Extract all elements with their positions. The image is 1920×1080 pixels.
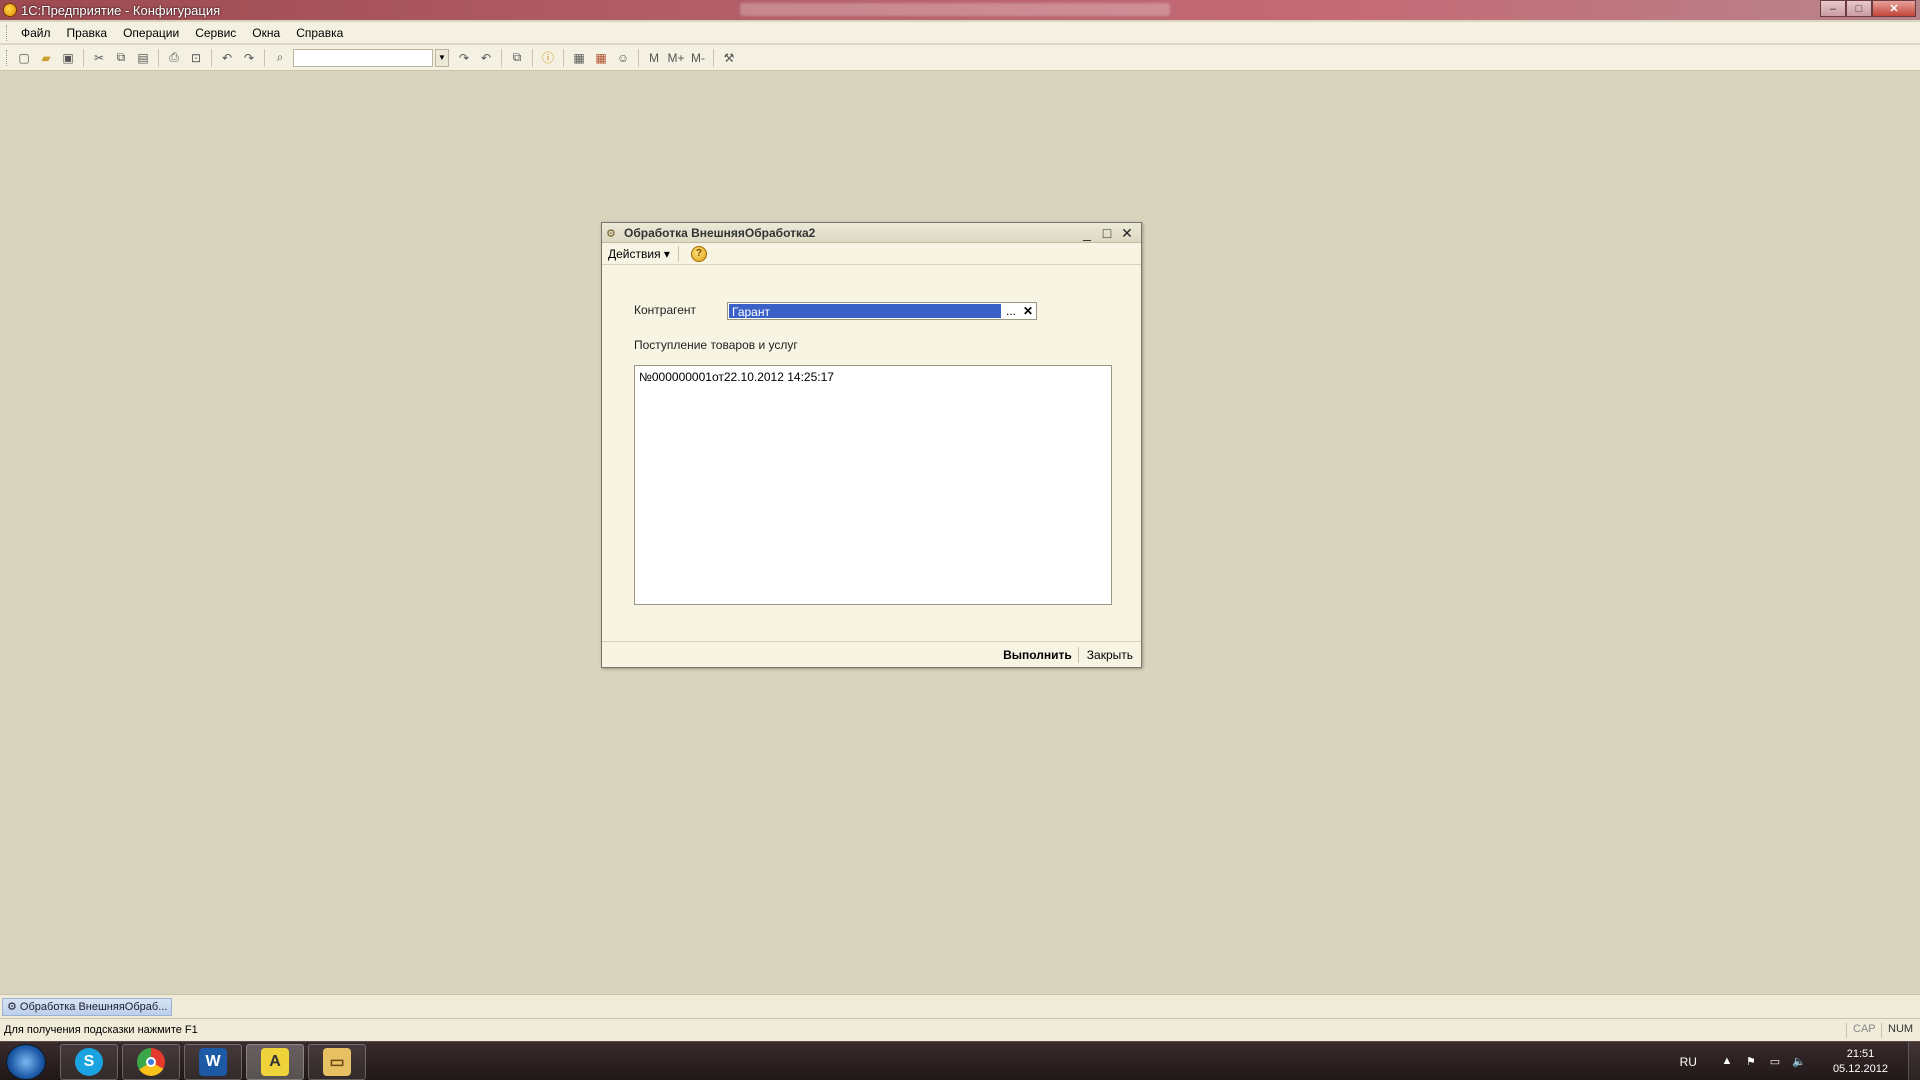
list-label: Поступление товаров и услуг — [634, 338, 798, 352]
word-icon: W — [199, 1048, 227, 1076]
contractor-field[interactable]: Гарант ... ✕ — [727, 302, 1037, 320]
menu-bar: Файл Правка Операции Сервис Окна Справка — [0, 22, 1920, 44]
open-icon[interactable]: ▰ — [37, 49, 55, 67]
processing-dialog: ⚙ Обработка ВнешняяОбработка2 _ □ ✕ Дейс… — [601, 222, 1142, 668]
clear-icon[interactable]: ✕ — [1020, 303, 1036, 319]
dialog-minimize-icon[interactable]: _ — [1077, 224, 1097, 242]
close-button[interactable]: ✕ — [1872, 0, 1916, 17]
show-desktop-button[interactable] — [1908, 1042, 1920, 1080]
menu-help[interactable]: Справка — [288, 26, 351, 40]
m-plus-icon[interactable]: M+ — [667, 49, 685, 67]
chrome-icon — [137, 1048, 165, 1076]
contractor-value[interactable]: Гарант — [729, 304, 1001, 319]
app-title-bar: 1С:Предприятие - Конфигурация – □ ✕ — [0, 0, 1920, 20]
find-next-icon[interactable]: ↷ — [455, 49, 473, 67]
close-dialog-button[interactable]: Закрыть — [1079, 648, 1135, 662]
menu-operations[interactable]: Операции — [115, 26, 187, 40]
m-minus-icon[interactable]: M- — [689, 49, 707, 67]
new-icon[interactable]: ▢ — [15, 49, 33, 67]
status-bar: Для получения подсказки нажмите F1 CAP N… — [0, 1018, 1920, 1041]
num-indicator: NUM — [1881, 1023, 1919, 1038]
save-icon[interactable]: ▣ — [59, 49, 77, 67]
menu-edit[interactable]: Правка — [59, 26, 116, 40]
calculator-icon[interactable]: ▦ — [570, 49, 588, 67]
actions-menu[interactable]: Действия ▾ — [608, 247, 670, 261]
select-button[interactable]: ... — [1002, 303, 1020, 319]
clock[interactable]: 21:51 05.12.2012 — [1833, 1047, 1888, 1077]
1c-app-icon — [3, 3, 17, 17]
undo-icon[interactable]: ↶ — [218, 49, 236, 67]
taskbar-1c[interactable]: A — [246, 1044, 304, 1080]
show-hidden-icons-icon[interactable]: ▲ — [1719, 1055, 1735, 1069]
toolbar-search-input[interactable] — [293, 48, 433, 67]
redo-icon[interactable]: ↷ — [240, 49, 258, 67]
maximize-button[interactable]: □ — [1846, 0, 1872, 17]
volume-icon[interactable]: 🔈 — [1791, 1055, 1807, 1069]
window-panel: ⚙ Обработка ВнешняяОбраб... — [0, 994, 1920, 1018]
taskbar-explorer[interactable]: ▭ — [308, 1044, 366, 1080]
clock-date: 05.12.2012 — [1832, 1062, 1888, 1075]
menu-service[interactable]: Сервис — [187, 26, 244, 40]
minimize-button[interactable]: – — [1820, 0, 1846, 17]
info-icon[interactable]: ⓘ — [539, 49, 557, 67]
dialog-footer: Выполнить Закрыть — [602, 641, 1141, 667]
blurred-title-area — [740, 3, 1170, 16]
start-button[interactable] — [6, 1044, 46, 1080]
taskbar-word[interactable]: W — [184, 1044, 242, 1080]
help-icon[interactable]: ? — [690, 245, 707, 262]
find-prev-icon[interactable]: ↶ — [477, 49, 495, 67]
windows-icon[interactable]: ⧉ — [508, 49, 526, 67]
dialog-close-icon[interactable]: ✕ — [1117, 224, 1137, 242]
dialog-maximize-icon[interactable]: □ — [1097, 224, 1117, 242]
skype-icon: S — [75, 1048, 103, 1076]
language-indicator[interactable]: RU — [1680, 1055, 1697, 1069]
documents-list[interactable]: №000000001от22.10.2012 14:25:17 — [634, 365, 1112, 605]
app-title: 1С:Предприятие - Конфигурация — [21, 2, 221, 18]
search-icon[interactable]: ⌕ — [271, 49, 289, 67]
print-preview-icon[interactable]: ⊡ — [187, 49, 205, 67]
tools-icon[interactable]: ⚒ — [720, 49, 738, 67]
cap-indicator: CAP — [1846, 1023, 1882, 1038]
search-dropdown-icon[interactable]: ▼ — [435, 48, 449, 67]
menu-windows[interactable]: Окна — [244, 26, 288, 40]
calendar-icon[interactable]: ▦ — [592, 49, 610, 67]
network-icon[interactable]: ▭ — [1767, 1055, 1783, 1069]
users-icon[interactable]: ☺ — [614, 49, 632, 67]
processing-icon: ⚙ — [606, 227, 616, 240]
taskbar: S W A ▭ RU ▲ ⚑ ▭ 🔈 21:51 05.12.2012 — [0, 1041, 1920, 1080]
m-icon[interactable]: M — [645, 49, 663, 67]
cut-icon[interactable]: ✂ — [90, 49, 108, 67]
toolbar-grip — [6, 49, 9, 66]
main-toolbar: ▢ ▰ ▣ ✂ ⧉ ▤ ⎙ ⊡ ↶ ↷ ⌕ ▼ ↷ ↶ ⧉ ⓘ ▦ ▦ ☺ M … — [0, 45, 1920, 71]
dialog-actions-bar: Действия ▾ ? — [602, 243, 1141, 265]
menu-file[interactable]: Файл — [13, 26, 59, 40]
system-tray: RU ▲ ⚑ ▭ 🔈 21:51 05.12.2012 — [1680, 1042, 1920, 1080]
1c-taskbar-icon: A — [261, 1048, 289, 1076]
execute-button[interactable]: Выполнить — [997, 648, 1078, 662]
flag-icon[interactable]: ⚑ — [1743, 1055, 1759, 1069]
print-icon[interactable]: ⎙ — [165, 49, 183, 67]
status-hint: Для получения подсказки нажмите F1 — [4, 1024, 198, 1036]
dialog-title: Обработка ВнешняяОбработка2 — [624, 225, 816, 240]
copy-icon[interactable]: ⧉ — [112, 49, 130, 67]
clock-time: 21:51 — [1846, 1047, 1875, 1060]
taskbar-skype[interactable]: S — [60, 1044, 118, 1080]
taskbar-chrome[interactable] — [122, 1044, 180, 1080]
menu-grip — [6, 24, 9, 41]
list-item[interactable]: №000000001от22.10.2012 14:25:17 — [635, 366, 1111, 384]
dialog-title-bar: ⚙ Обработка ВнешняяОбработка2 _ □ ✕ — [602, 223, 1141, 243]
folder-icon: ▭ — [323, 1048, 351, 1076]
paste-icon[interactable]: ▤ — [134, 49, 152, 67]
contractor-label: Контрагент — [634, 303, 697, 317]
window-panel-item[interactable]: ⚙ Обработка ВнешняяОбраб... — [2, 998, 172, 1016]
